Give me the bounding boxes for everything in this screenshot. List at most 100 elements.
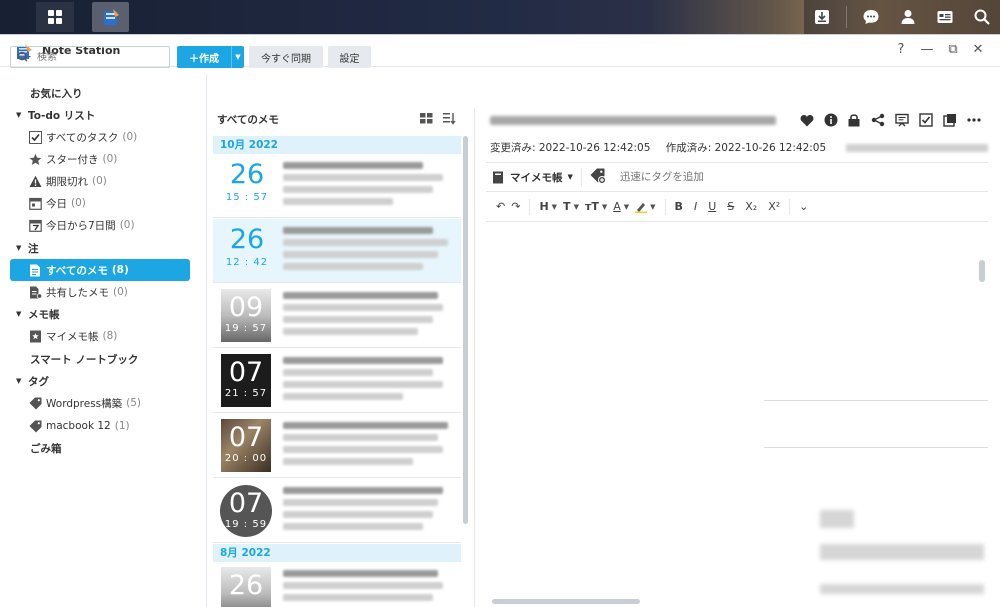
strikethrough-button[interactable]: S	[727, 196, 734, 218]
note-day: 07	[228, 422, 264, 453]
note-list-scrollbar[interactable]	[463, 136, 468, 524]
sidebar-section-notes[interactable]: ▼ 注	[10, 237, 190, 259]
sidebar-item-label: 共有したメモ	[46, 286, 109, 299]
editor-scrollbar[interactable]	[979, 260, 985, 282]
collapse-triangle-icon[interactable]: ▼	[16, 377, 28, 385]
tag-icon	[28, 396, 42, 410]
chevron-down-icon[interactable]: ▼	[231, 46, 244, 68]
sidebar-item-all-notes[interactable]: すべてのメモ (8)	[10, 259, 190, 281]
sidebar-section-tags[interactable]: ▼ タグ	[10, 370, 190, 392]
expand-toolbar-icon[interactable]: ⌄	[799, 196, 808, 218]
created-date: 作成済み: 2022-10-26 12:42:05	[665, 142, 827, 154]
sidebar-item-label: macbook 12	[46, 420, 111, 432]
sidebar-item-label: スター付き	[46, 153, 99, 166]
restore-button[interactable]: ⧉	[945, 42, 961, 58]
sidebar-item-label: ごみ箱	[30, 442, 62, 455]
checkbox-icon	[28, 130, 42, 144]
checkbox-icon[interactable]	[918, 112, 934, 128]
note-list-item-selected[interactable]: 26 12 : 42	[213, 219, 461, 283]
note-day: 26	[229, 224, 265, 255]
note-list-item[interactable]: 26 15 : 57	[213, 154, 461, 218]
lock-icon[interactable]	[846, 112, 862, 128]
note-list-item[interactable]: 07 20 : 00	[213, 414, 461, 478]
sidebar-item-count: (0)	[119, 219, 135, 231]
widgets-icon[interactable]	[932, 4, 958, 30]
highlight-button[interactable]: ▼	[635, 196, 656, 218]
note-station-taskbar-button[interactable]	[92, 2, 129, 32]
underline-button[interactable]: U	[708, 196, 716, 218]
sidebar-item-shared-notes[interactable]: 共有したメモ (0)	[10, 281, 190, 303]
sidebar-item-trash[interactable]: ごみ箱	[10, 437, 190, 459]
share-icon[interactable]	[870, 112, 886, 128]
tag-icon	[28, 419, 42, 433]
download-station-icon[interactable]	[809, 4, 835, 30]
highlighter-icon	[635, 202, 648, 213]
main-menu-button[interactable]	[36, 2, 74, 32]
sidebar-item-next-7-days[interactable]: 今日から7日間 (0)	[10, 214, 190, 236]
presentation-icon[interactable]	[894, 112, 910, 128]
font-size-button[interactable]: ᴛT ▼	[585, 196, 607, 218]
info-icon[interactable]	[823, 112, 839, 128]
sync-now-button[interactable]: 今すぐ同期	[249, 46, 323, 68]
sidebar-item-tag-macbook[interactable]: macbook 12 (1)	[10, 415, 190, 437]
sidebar-item-label: 今日から7日間	[46, 219, 116, 232]
search-input[interactable]	[37, 51, 147, 63]
text-color-button[interactable]: A ▼	[613, 196, 629, 218]
superscript-button[interactable]: X²	[768, 196, 780, 218]
collapse-triangle-icon[interactable]: ▼	[16, 310, 28, 318]
sidebar-item-overdue[interactable]: 期限切れ (0)	[10, 170, 190, 192]
sidebar-item-count: (0)	[92, 175, 107, 187]
italic-button[interactable]: I	[694, 196, 697, 218]
note-editor: 変更済み: 2022-10-26 12:42:05 作成済み: 2022-10-…	[476, 108, 1000, 607]
sidebar-section-notebooks[interactable]: ▼ メモ帳	[10, 303, 190, 325]
notebook-selector[interactable]: マイメモ帳 ▼	[492, 168, 582, 186]
editor-horizontal-scrollbar[interactable]	[492, 599, 640, 604]
note-list-item[interactable]: 07 21 : 57	[213, 349, 461, 413]
user-icon[interactable]	[895, 4, 921, 30]
note-time: 12 : 42	[225, 257, 269, 268]
chat-icon[interactable]	[858, 4, 884, 30]
sidebar-item-today[interactable]: 今日 (0)	[10, 192, 190, 214]
search-icon[interactable]	[969, 4, 995, 30]
note-list-item[interactable]: 07 19 : 59	[213, 479, 461, 543]
sidebar-section-todo[interactable]: ▼ To-do リスト	[10, 104, 190, 126]
font-family-button[interactable]: T ▼	[563, 196, 579, 218]
sidebar-item-all-tasks[interactable]: すべてのタスク (0)	[10, 126, 190, 148]
bold-button[interactable]: B	[675, 196, 683, 218]
note-list-item[interactable]: 26	[213, 562, 461, 607]
font-family-label: T	[563, 200, 571, 213]
grid-view-icon[interactable]	[420, 113, 433, 127]
sidebar-item-label: マイメモ帳	[46, 330, 99, 343]
redo-icon[interactable]: ↷	[511, 196, 520, 218]
note-list-item[interactable]: 09 19 : 57	[213, 284, 461, 348]
settings-button[interactable]: 設定	[328, 46, 371, 68]
close-button[interactable]: ✕	[970, 42, 986, 58]
collapse-triangle-icon[interactable]: ▼	[16, 244, 28, 252]
sidebar-item-favorites[interactable]: お気に入り	[10, 82, 190, 104]
sort-icon[interactable]	[443, 112, 456, 128]
note-meta-extra	[845, 144, 988, 152]
heading-button[interactable]: H ▼	[539, 196, 557, 218]
popout-icon[interactable]	[942, 112, 958, 128]
undo-icon[interactable]: ↶	[496, 196, 505, 218]
superscript-label: X²	[768, 200, 781, 213]
more-icon[interactable]	[966, 112, 982, 128]
search-field[interactable]	[10, 46, 170, 68]
add-tag-icon[interactable]	[590, 168, 606, 187]
sidebar: お気に入り ▼ To-do リスト すべてのタスク (0) スター付き (0) …	[0, 74, 207, 607]
sidebar-item-tag-wordpress[interactable]: Wordpress構築 (5)	[10, 392, 190, 414]
collapse-triangle-icon[interactable]: ▼	[16, 111, 28, 119]
quick-tag-input[interactable]	[619, 171, 920, 183]
sidebar-item-starred[interactable]: スター付き (0)	[10, 148, 190, 170]
minimize-button[interactable]: —	[919, 42, 935, 58]
note-list: すべてのメモ 10月 2022 26 15 : 57 26 12 : 42 09…	[207, 108, 475, 607]
note-thumbnail: 07 19 : 59	[220, 485, 272, 537]
note-content-area[interactable]	[490, 222, 990, 594]
sidebar-item-smart-notebook[interactable]: スマート ノートブック	[10, 348, 190, 370]
help-button[interactable]: ?	[893, 42, 909, 58]
subscript-button[interactable]: X₂	[745, 196, 757, 218]
heart-icon[interactable]	[799, 112, 815, 128]
note-title[interactable]	[490, 116, 776, 125]
sidebar-item-my-notebook[interactable]: マイメモ帳 (8)	[10, 325, 190, 347]
create-button[interactable]: ＋作成 ▼	[177, 46, 244, 68]
